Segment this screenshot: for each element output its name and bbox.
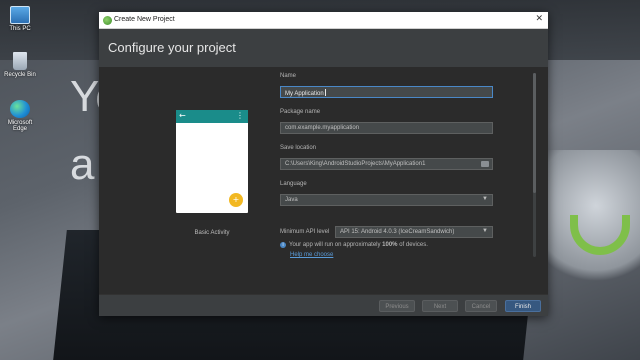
desktop-icon-label: Microsoft Edge <box>7 120 33 132</box>
language-label: Language <box>280 181 307 187</box>
info-percent: 100% <box>382 242 398 248</box>
android-studio-icon <box>103 16 112 25</box>
folder-icon[interactable] <box>481 161 489 167</box>
edge-icon <box>10 100 30 118</box>
template-label: Basic Activity <box>194 230 230 236</box>
back-arrow-icon: ← <box>179 111 186 120</box>
dialog-content: ← ⋮ + Basic Activity Name My Application… <box>99 67 548 294</box>
next-button[interactable]: Next <box>422 300 458 312</box>
save-location-label: Save location <box>280 145 317 151</box>
dialog-title: Create New Project <box>114 16 175 23</box>
create-project-dialog: Create New Project ✕ Configure your proj… <box>99 12 548 316</box>
language-select[interactable]: Java ▼ <box>280 194 493 206</box>
computer-icon <box>10 6 30 24</box>
name-label: Name <box>280 73 297 79</box>
info-icon: i <box>280 242 286 248</box>
more-options-icon: ⋮ <box>236 111 244 120</box>
dialog-header: Configure your project <box>99 29 548 67</box>
cancel-button[interactable]: Cancel <box>465 300 497 312</box>
desktop-icon-edge[interactable]: Microsoft Edge <box>2 100 38 132</box>
scrollbar-thumb[interactable] <box>533 73 536 193</box>
page-title: Configure your project <box>108 40 236 55</box>
package-field-value: com.example.myapplication <box>285 125 360 131</box>
desktop-icon-label: This PC <box>9 26 31 32</box>
desktop-icon-this-pc[interactable]: This PC <box>2 6 38 32</box>
wallpaper-text: a <box>70 140 95 189</box>
recycle-bin-icon <box>13 52 27 70</box>
chevron-down-icon: ▼ <box>482 196 488 202</box>
help-me-choose-link[interactable]: Help me choose <box>290 252 333 258</box>
save-location-field[interactable]: C:\Users\King\AndroidStudioProjects\MyAp… <box>280 158 493 170</box>
desktop-icon-recycle-bin[interactable]: Recycle Bin <box>2 52 38 78</box>
info-text: Your app will run on approximately <box>289 242 383 248</box>
device-coverage-info: i Your app will run on approximately 100%… <box>280 242 428 248</box>
min-api-value: API 15: Android 4.0.3 (IceCreamSandwich) <box>340 229 455 235</box>
dialog-footer: Previous Next Cancel Finish <box>99 294 548 316</box>
package-field[interactable]: com.example.myapplication <box>280 122 493 134</box>
chevron-down-icon: ▼ <box>482 228 488 234</box>
finish-button[interactable]: Finish <box>505 300 541 312</box>
language-value: Java <box>285 197 298 203</box>
desktop-icon-label: Recycle Bin <box>4 72 36 78</box>
min-api-label: Minimum API level <box>280 229 330 235</box>
package-label: Package name <box>280 109 321 115</box>
preview-app-bar: ← ⋮ <box>176 110 248 123</box>
previous-button[interactable]: Previous <box>379 300 415 312</box>
fab-add-icon: + <box>229 193 243 207</box>
info-suffix: of devices. <box>397 242 428 248</box>
name-field[interactable]: My Application <box>280 86 493 98</box>
text-caret <box>324 89 326 96</box>
template-preview: ← ⋮ + <box>176 110 248 213</box>
dialog-titlebar[interactable]: Create New Project ✕ <box>99 12 548 29</box>
content-scrollbar[interactable] <box>533 73 536 257</box>
name-field-value: My Application <box>285 91 324 97</box>
close-icon[interactable]: ✕ <box>535 14 543 24</box>
min-api-select[interactable]: API 15: Android 4.0.3 (IceCreamSandwich)… <box>335 226 493 238</box>
save-location-value: C:\Users\King\AndroidStudioProjects\MyAp… <box>285 161 426 167</box>
